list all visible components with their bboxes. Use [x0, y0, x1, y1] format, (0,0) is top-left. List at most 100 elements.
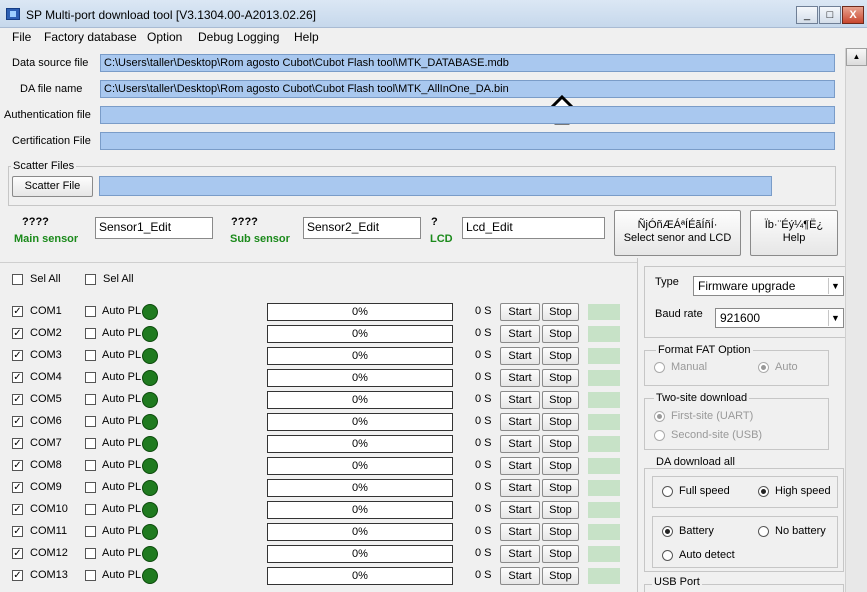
- elapsed-time: 0 S: [475, 371, 492, 383]
- com-select-checkbox[interactable]: ✓: [12, 438, 23, 449]
- menu-debug-logging[interactable]: Debug Logging: [198, 30, 279, 44]
- stop-button[interactable]: Stop: [542, 545, 579, 563]
- start-button[interactable]: Start: [500, 457, 540, 475]
- high-speed-radio[interactable]: [758, 486, 769, 497]
- stop-button[interactable]: Stop: [542, 457, 579, 475]
- start-button[interactable]: Start: [500, 391, 540, 409]
- stop-button[interactable]: Stop: [542, 435, 579, 453]
- com-select-checkbox[interactable]: ✓: [12, 328, 23, 339]
- format-fat-title: Format FAT Option: [656, 344, 753, 356]
- elapsed-time: 0 S: [475, 393, 492, 405]
- start-button[interactable]: Start: [500, 413, 540, 431]
- maximize-button[interactable]: □: [819, 6, 841, 24]
- com-select-checkbox[interactable]: ✓: [12, 482, 23, 493]
- com-select-checkbox[interactable]: ✓: [12, 570, 23, 581]
- start-button[interactable]: Start: [500, 523, 540, 541]
- com-port-name: COM11: [30, 525, 68, 537]
- stop-button[interactable]: Stop: [542, 413, 579, 431]
- com-port-name: COM12: [30, 547, 68, 559]
- com-select-checkbox[interactable]: ✓: [12, 394, 23, 405]
- auto-pl-checkbox[interactable]: [85, 416, 96, 427]
- full-speed-radio[interactable]: [662, 486, 673, 497]
- stop-button[interactable]: Stop: [542, 501, 579, 519]
- full-speed-label: Full speed: [679, 485, 730, 497]
- manual-radio[interactable]: [654, 362, 665, 373]
- stop-button[interactable]: Stop: [542, 303, 579, 321]
- scroll-up-icon[interactable]: ▲: [846, 48, 867, 66]
- sensor1-edit[interactable]: Sensor1_Edit: [95, 217, 213, 239]
- scatter-file-field[interactable]: [99, 176, 772, 196]
- auto-pl-checkbox[interactable]: [85, 394, 96, 405]
- start-button[interactable]: Start: [500, 347, 540, 365]
- menu-option[interactable]: Option: [147, 30, 182, 44]
- stop-button[interactable]: Stop: [542, 369, 579, 387]
- data-source-field[interactable]: C:\Users\taller\Desktop\Rom agosto Cubot…: [100, 54, 835, 72]
- start-button[interactable]: Start: [500, 479, 540, 497]
- start-button[interactable]: Start: [500, 303, 540, 321]
- stop-button[interactable]: Stop: [542, 479, 579, 497]
- start-button[interactable]: Start: [500, 369, 540, 387]
- da-file-field[interactable]: C:\Users\taller\Desktop\Rom agosto Cubot…: [100, 80, 835, 98]
- com-select-checkbox[interactable]: ✓: [12, 526, 23, 537]
- stop-button[interactable]: Stop: [542, 325, 579, 343]
- com-select-checkbox[interactable]: ✓: [12, 372, 23, 383]
- stop-button[interactable]: Stop: [542, 347, 579, 365]
- com-select-checkbox[interactable]: ✓: [12, 548, 23, 559]
- com-port-name: COM3: [30, 349, 62, 361]
- type-select[interactable]: Firmware upgrade ▼: [693, 276, 844, 296]
- auto-pl-checkbox[interactable]: [85, 460, 96, 471]
- no-battery-radio[interactable]: [758, 526, 769, 537]
- auto-radio[interactable]: [758, 362, 769, 373]
- vertical-scrollbar[interactable]: ▲: [845, 48, 867, 592]
- auto-pl-checkbox[interactable]: [85, 350, 96, 361]
- auto-pl-checkbox[interactable]: [85, 372, 96, 383]
- menu-file[interactable]: File: [12, 30, 31, 44]
- port-status-cell: [588, 392, 620, 408]
- lcd-edit[interactable]: Lcd_Edit: [462, 217, 605, 239]
- first-site-radio[interactable]: [654, 411, 665, 422]
- auto-pl-checkbox[interactable]: [85, 526, 96, 537]
- sensor2-edit[interactable]: Sensor2_Edit: [303, 217, 421, 239]
- second-site-radio[interactable]: [654, 430, 665, 441]
- download-progress-bar: 0%: [267, 501, 453, 519]
- com-select-checkbox[interactable]: ✓: [12, 416, 23, 427]
- elapsed-time: 0 S: [475, 569, 492, 581]
- auto-pl-checkbox[interactable]: [85, 328, 96, 339]
- scatter-file-button[interactable]: Scatter File: [12, 176, 93, 197]
- com-select-checkbox[interactable]: ✓: [12, 350, 23, 361]
- menu-factory-database[interactable]: Factory database: [44, 30, 137, 44]
- start-button[interactable]: Start: [500, 501, 540, 519]
- com-select-checkbox[interactable]: ✓: [12, 504, 23, 515]
- close-button[interactable]: X: [842, 6, 864, 24]
- sel-all-auto-checkbox[interactable]: [85, 274, 96, 285]
- start-button[interactable]: Start: [500, 567, 540, 585]
- com-select-checkbox[interactable]: ✓: [12, 306, 23, 317]
- auto-pl-label: Auto PL: [102, 525, 142, 537]
- stop-button[interactable]: Stop: [542, 391, 579, 409]
- auto-pl-checkbox[interactable]: [85, 438, 96, 449]
- auto-pl-checkbox[interactable]: [85, 306, 96, 317]
- start-button[interactable]: Start: [500, 545, 540, 563]
- start-button[interactable]: Start: [500, 435, 540, 453]
- auto-pl-checkbox[interactable]: [85, 548, 96, 559]
- com-port-row: ✓ COM7 Auto PL 0% 0 S Start Stop: [0, 433, 637, 455]
- authentication-field[interactable]: [100, 106, 835, 124]
- menu-help[interactable]: Help: [294, 30, 319, 44]
- auto-detect-radio[interactable]: [662, 550, 673, 561]
- baud-rate-select[interactable]: 921600 ▼: [715, 308, 844, 328]
- stop-button[interactable]: Stop: [542, 523, 579, 541]
- auto-pl-label: Auto PL: [102, 415, 142, 427]
- help-button[interactable]: Ïb·¨Éý¼¶Ë¿ Help: [750, 210, 838, 256]
- auto-pl-checkbox[interactable]: [85, 482, 96, 493]
- select-sensor-lcd-button[interactable]: ÑjÓñÆÁªÍÉãÍñÍ· Select senor and LCD: [614, 210, 741, 256]
- com-select-checkbox[interactable]: ✓: [12, 460, 23, 471]
- stop-button[interactable]: Stop: [542, 567, 579, 585]
- battery-radio[interactable]: [662, 526, 673, 537]
- start-button[interactable]: Start: [500, 325, 540, 343]
- certification-field[interactable]: [100, 132, 835, 150]
- auto-pl-checkbox[interactable]: [85, 504, 96, 515]
- minimize-button[interactable]: _: [796, 6, 818, 24]
- sel-all-com-label: Sel All: [30, 273, 61, 285]
- sel-all-com-checkbox[interactable]: [12, 274, 23, 285]
- auto-pl-checkbox[interactable]: [85, 570, 96, 581]
